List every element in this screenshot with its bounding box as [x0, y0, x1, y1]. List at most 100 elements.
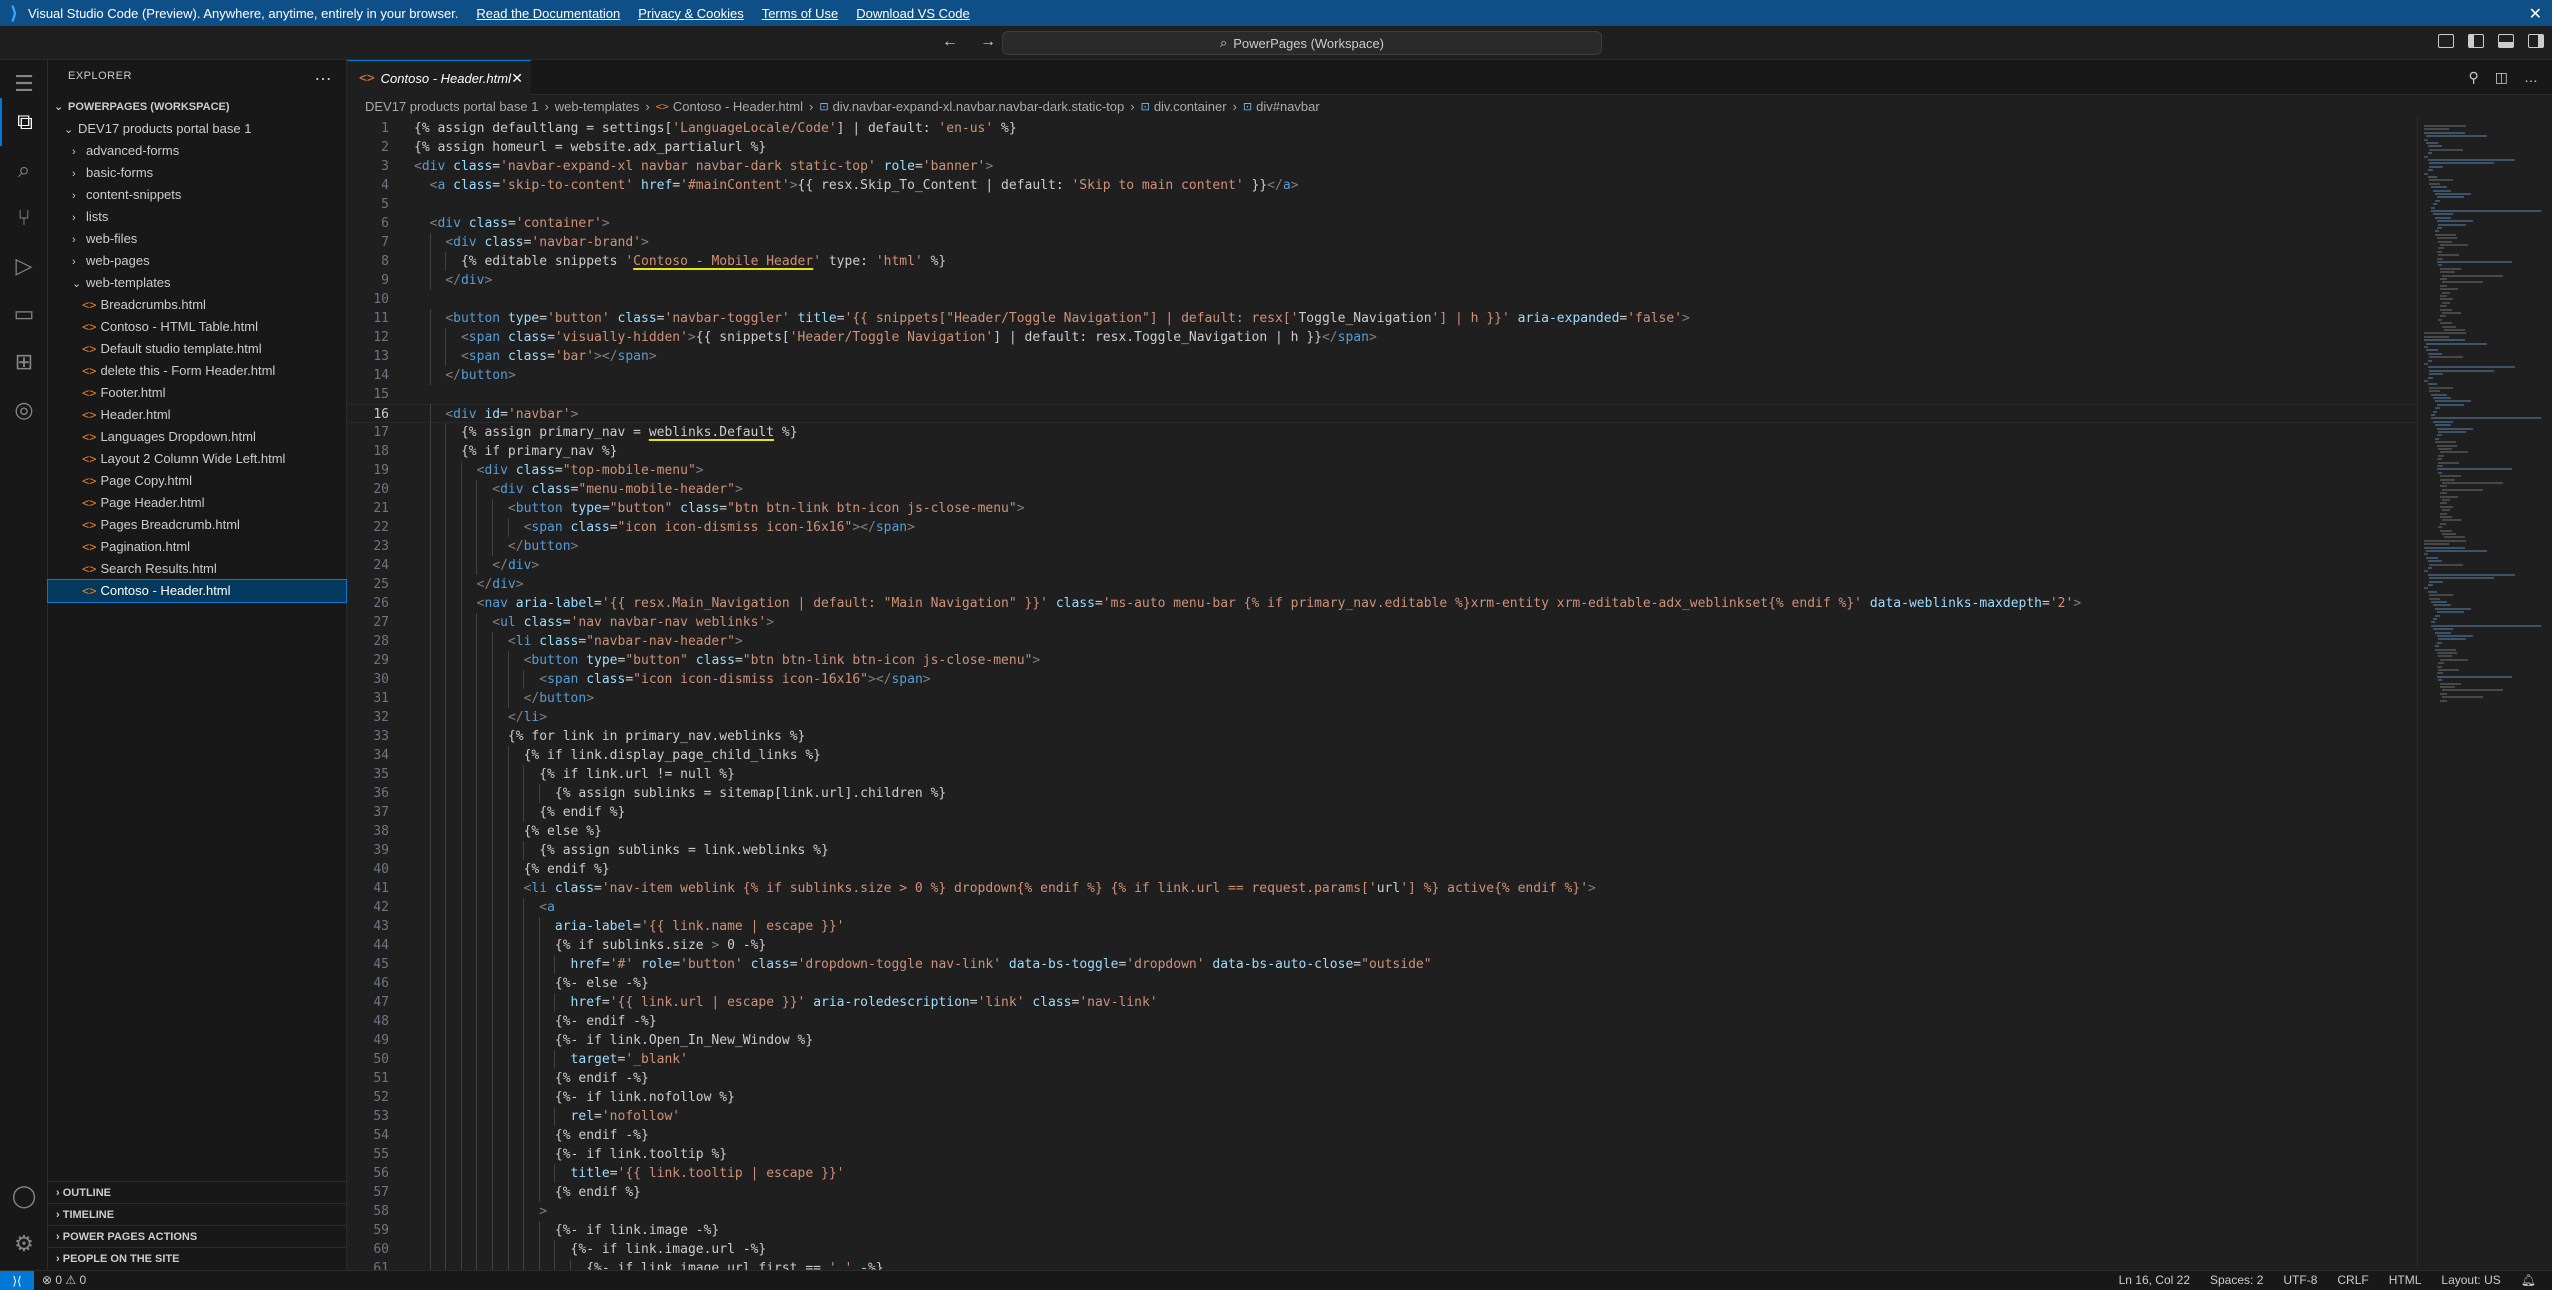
explorer-icon[interactable]: ⧉ [0, 98, 48, 146]
tree-file[interactable]: <> Default studio template.html [48, 338, 346, 360]
code-line[interactable]: 10 [347, 290, 2417, 309]
code-line[interactable]: 17 {% assign primary_nav = weblinks.Defa… [347, 423, 2417, 442]
back-arrow-icon[interactable]: ← [942, 33, 958, 51]
tree-file[interactable]: <> Header.html [48, 404, 346, 426]
keyboard-layout[interactable]: Layout: US [2441, 1273, 2500, 1287]
code-line[interactable]: 16 <div id='navbar'> [347, 404, 2417, 423]
cursor-position[interactable]: Ln 16, Col 22 [2119, 1273, 2190, 1287]
problems-indicator[interactable]: ⊗ 0 ⚠ 0 [42, 1273, 86, 1287]
tree-folder[interactable]: › basic-forms [48, 162, 346, 184]
code-line[interactable]: 33 {% for link in primary_nav.weblinks %… [347, 727, 2417, 746]
code-line[interactable]: 51 {% endif -%} [347, 1069, 2417, 1088]
code-line[interactable]: 12 <span class='visually-hidden'>{{ snip… [347, 328, 2417, 347]
code-line[interactable]: 42 <a [347, 898, 2417, 917]
customize-layout-icon[interactable] [2438, 34, 2454, 48]
code-line[interactable]: 6 <div class='container'> [347, 214, 2417, 233]
toggle-secondary-sidebar-icon[interactable] [2528, 34, 2544, 48]
code-line[interactable]: 26 <nav aria-label='{{ resx.Main_Navigat… [347, 594, 2417, 613]
run-debug-icon[interactable]: ▷ [0, 242, 48, 290]
tree-file[interactable]: <> Page Copy.html [48, 470, 346, 492]
toggle-primary-sidebar-icon[interactable] [2468, 34, 2484, 48]
code-line[interactable]: 59 {%- if link.image -%} [347, 1221, 2417, 1240]
breadcrumb-item[interactable]: div.navbar-expand-xl.navbar.navbar-dark.… [833, 99, 1125, 114]
close-tab-icon[interactable]: ✕ [511, 70, 523, 87]
tree-file[interactable]: <> Footer.html [48, 382, 346, 404]
tree-file[interactable]: <> Page Header.html [48, 492, 346, 514]
code-line[interactable]: 38 {% else %} [347, 822, 2417, 841]
forward-arrow-icon[interactable]: → [980, 33, 996, 51]
code-line[interactable]: 52 {%- if link.nofollow %} [347, 1088, 2417, 1107]
line-ending[interactable]: CRLF [2337, 1273, 2368, 1287]
code-line[interactable]: 49 {%- if link.Open_In_New_Window %} [347, 1031, 2417, 1050]
indentation[interactable]: Spaces: 2 [2210, 1273, 2263, 1287]
code-line[interactable]: 21 <button type="button" class="btn btn-… [347, 499, 2417, 518]
code-line[interactable]: 50 target='_blank' [347, 1050, 2417, 1069]
code-line[interactable]: 47 href='{{ link.url | escape }}' aria-r… [347, 993, 2417, 1012]
outline-panel-header[interactable]: › OUTLINE [48, 1181, 346, 1203]
minimap[interactable] [2417, 117, 2552, 1270]
code-line[interactable]: 37 {% endif %} [347, 803, 2417, 822]
command-center[interactable]: ⌕ PowerPages (Workspace) [1002, 31, 1602, 55]
tree-folder-root[interactable]: ⌄ DEV17 products portal base 1 [48, 118, 346, 140]
toggle-panel-icon[interactable] [2498, 34, 2514, 48]
banner-link-download[interactable]: Download VS Code [856, 6, 969, 21]
source-control-icon[interactable]: ⑂ [0, 194, 48, 242]
code-line[interactable]: 27 <ul class='nav navbar-nav weblinks'> [347, 613, 2417, 632]
code-line[interactable]: 8 {% editable snippets 'Contoso - Mobile… [347, 252, 2417, 271]
accounts-icon[interactable]: ◯ [0, 1172, 48, 1220]
banner-link-terms[interactable]: Terms of Use [762, 6, 839, 21]
code-line[interactable]: 54 {% endif -%} [347, 1126, 2417, 1145]
code-line[interactable]: 53 rel='nofollow' [347, 1107, 2417, 1126]
breadcrumb-item[interactable]: DEV17 products portal base 1 [365, 99, 538, 114]
tab-contoso-header[interactable]: <> Contoso - Header.html ✕ [347, 60, 531, 95]
code-line[interactable]: 44 {% if sublinks.size > 0 -%} [347, 936, 2417, 955]
extensions-icon[interactable]: ⊞ [0, 338, 48, 386]
code-line[interactable]: 5 [347, 195, 2417, 214]
code-line[interactable]: 45 href='#' role='button' class='dropdow… [347, 955, 2417, 974]
code-line[interactable]: 11 <button type='button' class='navbar-t… [347, 309, 2417, 328]
code-line[interactable]: 13 <span class='bar'></span> [347, 347, 2417, 366]
tree-file[interactable]: <> Layout 2 Column Wide Left.html [48, 448, 346, 470]
encoding[interactable]: UTF-8 [2283, 1273, 2317, 1287]
code-line[interactable]: 46 {%- else -%} [347, 974, 2417, 993]
code-line[interactable]: 9 </div> [347, 271, 2417, 290]
timeline-panel-header[interactable]: › TIMELINE [48, 1203, 346, 1225]
code-line[interactable]: 34 {% if link.display_page_child_links %… [347, 746, 2417, 765]
code-line[interactable]: 14 </button> [347, 366, 2417, 385]
code-line[interactable]: 31 </button> [347, 689, 2417, 708]
remote-explorer-icon[interactable]: ▭ [0, 290, 48, 338]
tree-file[interactable]: <> Pages Breadcrumb.html [48, 514, 346, 536]
code-line[interactable]: 39 {% assign sublinks = link.weblinks %} [347, 841, 2417, 860]
more-editor-actions-icon[interactable]: … [2524, 69, 2538, 86]
power-pages-actions-panel-header[interactable]: › POWER PAGES ACTIONS [48, 1225, 346, 1247]
code-line[interactable]: 19 <div class="top-mobile-menu"> [347, 461, 2417, 480]
open-changes-icon[interactable]: ⚲ [2469, 69, 2479, 86]
code-line[interactable]: 58 > [347, 1202, 2417, 1221]
workspace-header[interactable]: ⌄ POWERPAGES (WORKSPACE) [48, 96, 346, 118]
language-mode[interactable]: HTML [2389, 1273, 2422, 1287]
code-line[interactable]: 20 <div class="menu-mobile-header"> [347, 480, 2417, 499]
breadcrumb-item[interactable]: Contoso - Header.html [673, 99, 803, 114]
tree-folder[interactable]: › web-pages [48, 250, 346, 272]
code-line[interactable]: 40 {% endif %} [347, 860, 2417, 879]
code-line[interactable]: 22 <span class="icon icon-dismiss icon-1… [347, 518, 2417, 537]
remote-indicator-icon[interactable]: ⟩⟨ [0, 1271, 34, 1290]
banner-close-icon[interactable]: ✕ [2529, 4, 2542, 24]
tree-folder[interactable]: › content-snippets [48, 184, 346, 206]
tree-file[interactable]: <> Languages Dropdown.html [48, 426, 346, 448]
code-line[interactable]: 30 <span class="icon icon-dismiss icon-1… [347, 670, 2417, 689]
banner-link-privacy[interactable]: Privacy & Cookies [638, 6, 743, 21]
code-line[interactable]: 18 {% if primary_nav %} [347, 442, 2417, 461]
code-line[interactable]: 61 {%- if link.image.url.first == '.' -%… [347, 1259, 2417, 1270]
tree-file[interactable]: <> Search Results.html [48, 558, 346, 580]
code-line[interactable]: 24 </div> [347, 556, 2417, 575]
breadcrumb-item[interactable]: div#navbar [1256, 99, 1320, 114]
code-line[interactable]: 43 aria-label='{{ link.name | escape }}' [347, 917, 2417, 936]
breadcrumb-item[interactable]: div.container [1154, 99, 1227, 114]
banner-link-docs[interactable]: Read the Documentation [476, 6, 620, 21]
code-line[interactable]: 7 <div class='navbar-brand'> [347, 233, 2417, 252]
code-line[interactable]: 4 <a class='skip-to-content' href='#main… [347, 176, 2417, 195]
code-line[interactable]: 3 <div class='navbar-expand-xl navbar nav… [347, 157, 2417, 176]
code-line[interactable]: 36 {% assign sublinks = sitemap[link.url… [347, 784, 2417, 803]
code-line[interactable]: 35 {% if link.url != null %} [347, 765, 2417, 784]
